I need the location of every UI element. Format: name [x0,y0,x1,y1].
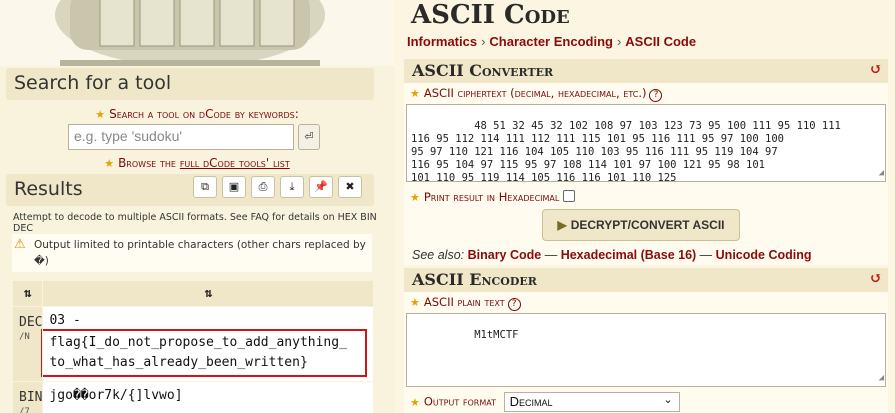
value-cell: 03 - flag{I_do_not_propose_to_add_anythi… [41,306,375,382]
reset-icon[interactable]: ↺ [869,269,882,287]
breadcrumb-ascii-code[interactable]: ASCII Code [625,34,696,49]
decode-note: Attempt to decode to multiple ASCII form… [13,212,377,234]
play-icon: ▶ [557,218,567,232]
chevron-down-icon: ⌄ [663,394,673,406]
output-format-row: ★ Output format Decimal ⌄ [404,392,680,412]
results-toolbar: ⧉ ▣ ⎙ ⤓ 📌 ✖ [193,176,362,198]
flag-highlight: flag{I_do_not_propose_to_add_anything_ t… [41,329,368,377]
pin-icon[interactable]: 📌 [309,176,333,198]
star-icon: ★ [410,191,420,204]
breadcrumb-character-encoding[interactable]: Character Encoding [489,34,613,49]
cryptex-image [0,0,394,66]
resize-grip-icon[interactable]: ◢ [879,167,884,180]
reset-icon[interactable]: ↺ [869,60,882,78]
left-sidebar: Search for a tool ★ Search a tool on dCod… [0,0,394,413]
output-format-select[interactable]: Decimal ⌄ [503,392,680,412]
print-icon[interactable]: ⎙ [251,176,275,198]
search-label: ★ Search a tool on dCode by keywords: [95,107,299,121]
converter-title: ASCII Converter ↺ [404,59,888,83]
link-binary-code[interactable]: Binary Code [468,248,542,262]
plain-text-label: ★ ASCII plain text? [404,292,888,311]
table-row: DEC /N 03 - flag{I_do_not_propose_to_add… [11,306,375,382]
close-icon[interactable]: ✖ [338,176,362,198]
star-icon: ★ [410,87,420,100]
search-go-button[interactable]: ⏎ [298,124,320,150]
search-panel-title: Search for a tool [6,68,374,100]
sort-value-header[interactable]: ⇅ [42,280,375,307]
ascii-encoder-section: ASCII Encoder ↺ ★ ASCII plain text? M1tMC… [404,268,888,413]
format-cell: DEC /N [11,306,44,382]
format-cell: BIN /7 [11,381,44,413]
plain-text-textarea[interactable]: M1tMCTF ◢ [406,313,886,387]
star-icon: ★ [104,157,115,170]
star-icon: ★ [410,296,420,309]
warning-box: ⚠ Output limited to printable characters… [12,234,372,272]
resize-grip-icon[interactable]: ◢ [879,372,884,385]
download-icon[interactable]: ⤓ [280,176,304,198]
page-title: ASCII Code [411,0,570,30]
browse-tools-link[interactable]: ★ Browse the full dCode tools' list [0,156,394,170]
link-unicode-coding[interactable]: Unicode Coding [716,248,812,262]
star-icon: ★ [410,395,420,409]
search-input[interactable]: e.g. type 'sudoku' [68,124,294,150]
value-cell: jgo��or7k/{]lvwo] [42,381,375,413]
table-row: BIN /7 jgo��or7k/{]lvwo] [11,381,375,413]
dcode-page: Search for a tool ★ Search a tool on dCod… [0,0,895,413]
save-icon[interactable]: ▣ [222,176,246,198]
hex-option[interactable]: ★ Print result in Hexadecimal [404,190,576,204]
warning-icon: ⚠ [14,237,26,252]
breadcrumb: Informatics › Character Encoding › ASCII Cod… [407,34,697,49]
ciphertext-label: ★ ASCII ciphertext (decimal, hexadecimal,… [404,83,888,102]
copy-icon[interactable]: ⧉ [193,176,217,198]
ciphertext-textarea[interactable]: 48 51 32 45 32 102 108 97 103 123 73 95 … [406,104,886,184]
help-icon[interactable]: ? [649,89,663,102]
decrypt-button[interactable]: ▶ DECRYPT/CONVERT ASCII [542,209,740,241]
sort-format-header[interactable]: ⇅ [11,280,44,307]
results-table: ⇅ ⇅ DEC /N 03 - flag{I_do_not_propose_to… [11,280,375,413]
link-hexadecimal[interactable]: Hexadecimal (Base 16) [561,248,697,262]
breadcrumb-informatics[interactable]: Informatics [407,34,477,49]
enter-icon: ⏎ [304,130,314,143]
see-also: See also: Binary Code — Hexadecimal (Bas… [412,248,812,262]
help-icon[interactable]: ? [507,298,521,311]
main-content: ASCII Code Informatics › Character Encodin… [394,0,895,413]
encoder-title: ASCII Encoder ↺ [404,268,888,292]
hex-checkbox[interactable] [563,190,576,202]
star-icon: ★ [95,108,106,121]
